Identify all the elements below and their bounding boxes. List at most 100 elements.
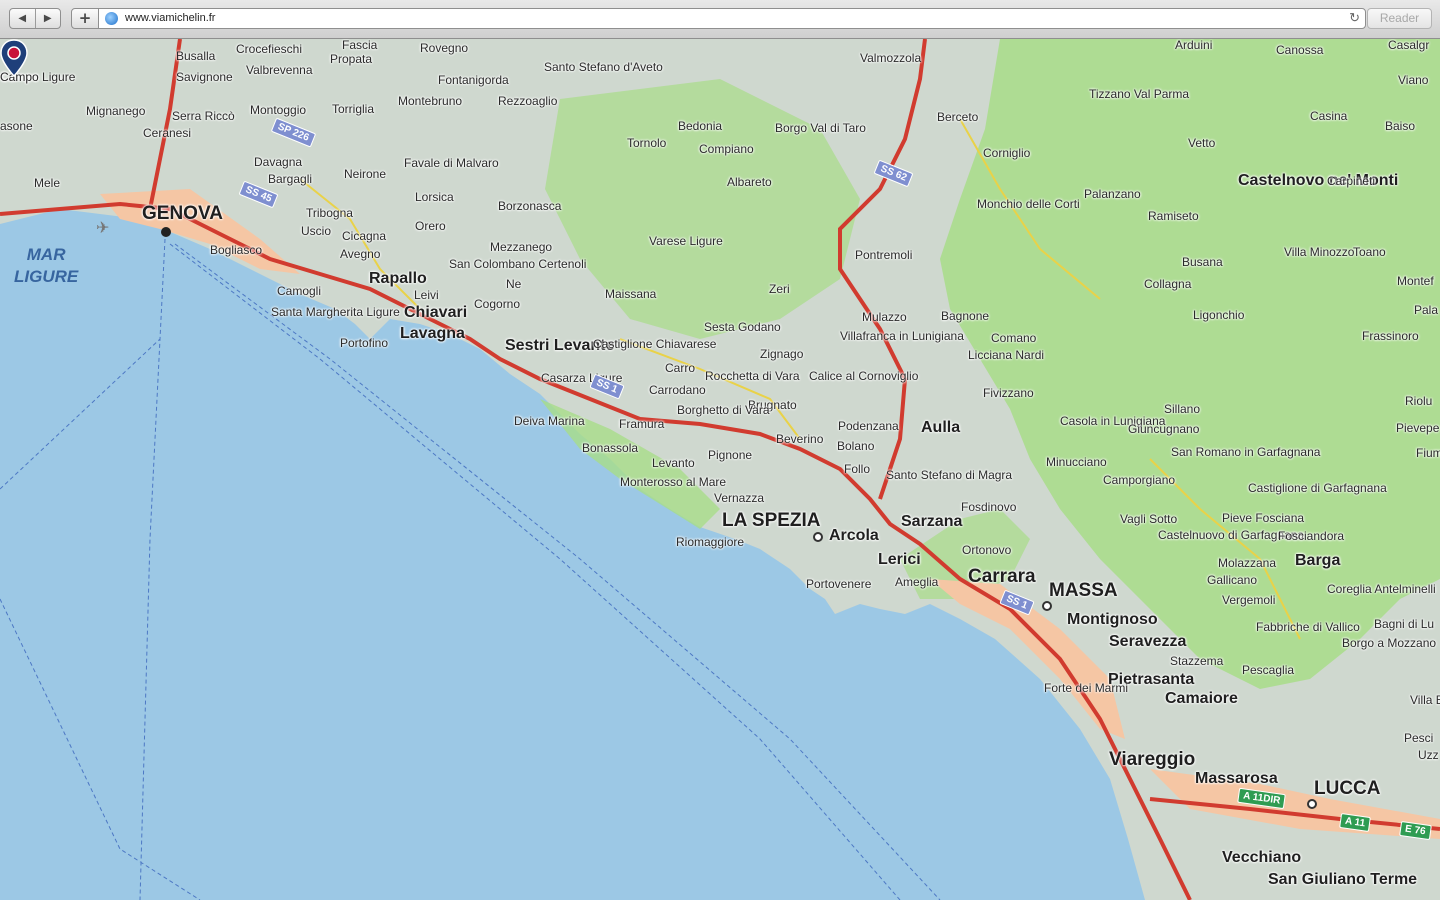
place-label: Comano [991,331,1037,345]
place-label: Gallicano [1207,573,1258,587]
place-label: Serra Riccò [172,109,235,123]
place-label: San Colombano Certenoli [449,257,587,271]
map-canvas[interactable]: ✈ MAR LIGURE Busalla Crocefieschi Fascia Pr… [0,39,1440,900]
place-label: Podenzana [838,419,899,433]
place-label: Massarosa [1195,770,1278,787]
place-label: Camaiore [1165,690,1238,707]
place-label: Carpineti [1327,174,1376,188]
reload-icon[interactable]: ↻ [1349,10,1360,26]
place-label: Borgo a Mozzano [1342,636,1437,650]
place-label: Tizzano Val Parma [1089,87,1190,101]
place-label: Rapallo [369,270,427,287]
place-label: Deiva Marina [514,414,585,428]
place-label: Pontremoli [855,248,913,262]
place-label: Uzz [1418,748,1439,762]
forward-button[interactable]: ▶ [34,9,61,28]
place-label: Sillano [1164,402,1201,416]
place-label: Orero [415,219,446,233]
place-label: LUCCA [1314,778,1381,799]
place-label: Ramiseto [1148,209,1199,223]
place-label: Carrodano [649,383,706,397]
place-label: Framura [619,417,665,431]
place-label: Collagna [1144,277,1192,291]
place-label: Portovenere [806,577,872,591]
city-marker-icon [1042,601,1052,611]
place-label: Ceranesi [143,126,192,140]
place-label: Davagna [254,155,303,169]
place-label: Villafranca in Lunigiana [840,329,964,343]
place-label: Bargagli [268,172,313,186]
place-label: Camogli [277,284,322,298]
place-label: Beverino [776,432,824,446]
place-label: Neirone [344,167,387,181]
place-label: Favale di Malvaro [404,156,499,170]
place-label: Avegno [340,247,381,261]
place-label: Mele [34,176,61,190]
place-label: Pesci [1404,731,1434,745]
place-label: Rezzoaglio [498,94,558,108]
city-marker-icon [1307,799,1317,809]
place-label: Valmozzola [860,51,922,65]
place-label: Uscio [301,224,332,238]
place-label: Ligonchio [1193,308,1245,322]
place-label: Mezzanego [490,240,553,254]
place-label: Bogliasco [210,243,263,257]
place-label: Cicagna [342,229,387,243]
place-label: Frassinoro [1362,329,1419,343]
place-label: San Romano in Garfagnana [1171,445,1321,459]
sea-label-line: LIGURE [14,267,79,286]
address-bar[interactable]: www.viamichelin.fr ↻ [98,8,1366,29]
place-label: Aulla [921,419,961,436]
place-label: Forte dei Marmi [1044,681,1129,695]
place-label: Maissana [605,287,657,301]
place-label: Borzonasca [498,199,562,213]
place-label: Fosciandora [1278,529,1345,543]
place-label: Sarzana [901,513,963,530]
place-label: Busana [1182,255,1223,269]
url-text: www.viamichelin.fr [125,12,216,24]
place-label: Villa Minozzo [1284,245,1355,259]
place-label: Zeri [769,282,790,296]
place-label: Pignone [708,448,753,462]
back-arrow-icon: ◀ [18,13,27,24]
place-label: Bagni di Lu [1374,617,1435,631]
place-label: Bagnone [941,309,990,323]
place-label: Borgo Val di Taro [775,121,866,135]
sea-label: MAR LIGURE [14,244,78,288]
place-label: Vetto [1188,136,1216,150]
place-label: Rovegno [420,41,469,55]
globe-favicon-icon [105,12,118,25]
place-label: Camporgiano [1103,473,1176,487]
place-label: Viareggio [1109,749,1196,770]
place-label: Palanzano [1084,187,1141,201]
place-label: Crocefieschi [236,42,303,56]
place-label: Lerici [878,551,921,568]
place-label: Casalgr [1388,39,1430,52]
browser-toolbar: ◀ ▶ + www.viamichelin.fr ↻ Reader [0,0,1440,39]
back-button[interactable]: ◀ [10,9,35,28]
place-label: Toano [1353,245,1386,259]
reader-button[interactable]: Reader [1367,8,1432,29]
place-label: Stazzema [1170,654,1224,668]
place-label: Savignone [176,70,233,84]
place-label: Pescaglia [1242,663,1295,677]
place-label: Villa Basilic [1410,693,1440,707]
place-label: Ne [506,277,522,291]
place-label: Arduini [1175,39,1213,52]
sea-label-line: MAR [26,245,66,264]
place-label: Ameglia [895,575,939,589]
place-label: Vergemoli [1222,593,1276,607]
place-label: Santa Margherita Ligure [271,305,400,319]
place-label: Seravezza [1109,633,1187,650]
place-label: Canossa [1276,43,1324,57]
add-bookmark-button[interactable]: + [71,8,99,29]
place-label: Vagli Sotto [1120,512,1178,526]
place-label: Portofino [340,336,389,350]
place-label: Rocchetta di Vara [705,369,800,383]
place-label: GENOVA [142,203,223,224]
place-label: Molazzana [1218,556,1277,570]
place-label: Minucciano [1046,455,1107,469]
place-label: Bedonia [678,119,723,133]
nav-buttons: ◀ ▶ [9,8,61,29]
location-pin-icon[interactable] [0,39,28,77]
